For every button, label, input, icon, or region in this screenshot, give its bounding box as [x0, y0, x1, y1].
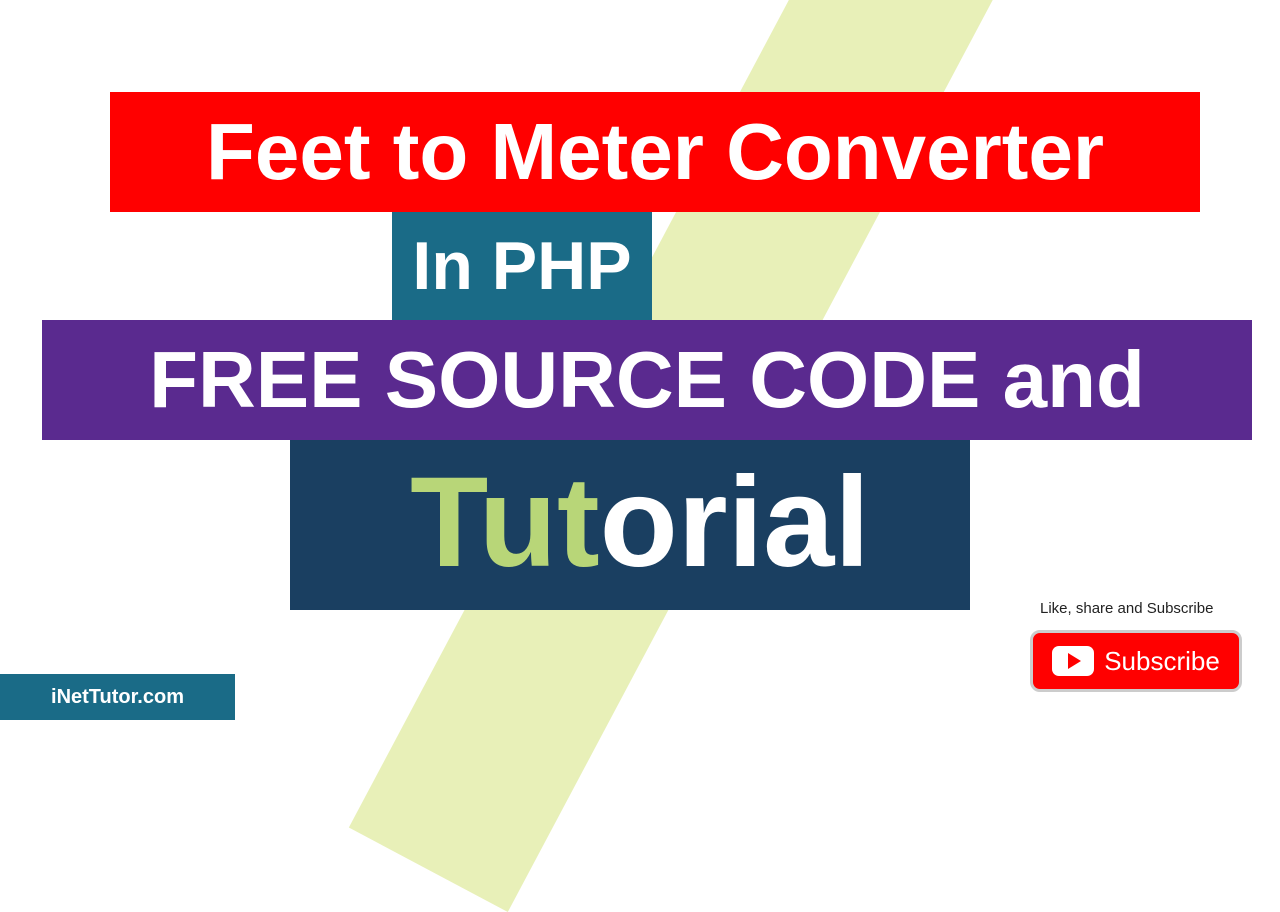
- site-badge: iNetTutor.com: [0, 674, 235, 720]
- youtube-play-icon: [1052, 646, 1094, 676]
- tutorial-text: Tutorial: [0, 448, 1280, 598]
- language-box: In PHP: [392, 212, 652, 320]
- title-banner: Feet to Meter Converter: [110, 92, 1200, 212]
- subscribe-button[interactable]: Subscribe: [1030, 630, 1242, 692]
- subscribe-label: Subscribe: [1104, 646, 1220, 677]
- source-banner: FREE SOURCE CODE and: [42, 320, 1252, 440]
- tutorial-text-front: Tut: [410, 451, 600, 594]
- cta-text: Like, share and Subscribe: [1040, 600, 1213, 617]
- tutorial-text-back: orial: [600, 451, 870, 594]
